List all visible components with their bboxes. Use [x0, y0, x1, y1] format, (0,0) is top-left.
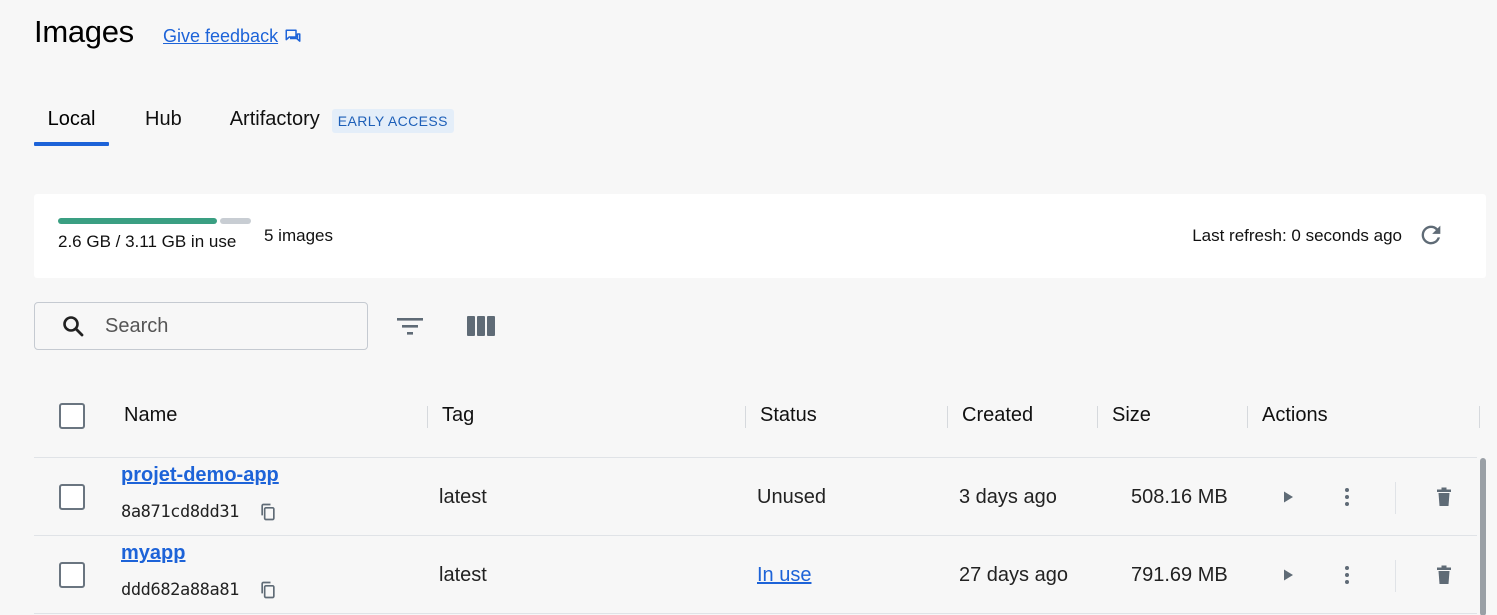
refresh-icon [1417, 221, 1445, 249]
column-header-status[interactable]: Status [760, 404, 817, 427]
disk-usage-text: 2.6 GB / 3.11 GB in use [58, 232, 237, 251]
image-status: Unused [757, 486, 826, 508]
column-divider[interactable] [1247, 406, 1248, 428]
row-checkbox[interactable] [59, 484, 85, 510]
column-header-size[interactable]: Size [1112, 404, 1151, 427]
image-id: ddd682a88a81 [121, 580, 240, 600]
images-count: 5 images [264, 226, 333, 245]
image-size: 791.69 MB [1131, 564, 1228, 586]
image-name-link[interactable]: myapp [121, 542, 185, 565]
table-row[interactable]: projet-demo-app 8a871cd8dd31 latest Unus… [34, 458, 1477, 536]
table-row[interactable]: myapp ddd682a88a81 latest In use 27 days… [34, 536, 1477, 614]
feedback-icon [284, 28, 302, 46]
table-scrollbar[interactable] [1480, 458, 1486, 615]
give-feedback-label[interactable]: Give feedback [163, 26, 278, 47]
tab-local[interactable]: Local [34, 104, 109, 146]
column-header-name[interactable]: Name [124, 404, 177, 427]
copy-icon[interactable] [258, 580, 278, 600]
column-divider[interactable] [1097, 406, 1098, 428]
image-created: 3 days ago [959, 486, 1057, 508]
search-icon [61, 314, 85, 338]
search-input[interactable] [105, 314, 345, 338]
tab-hub[interactable]: Hub [145, 104, 182, 146]
more-vertical-icon [1345, 488, 1349, 506]
play-icon [1284, 491, 1293, 503]
disk-usage-used [58, 218, 217, 224]
column-divider[interactable] [745, 406, 746, 428]
give-feedback-link[interactable]: Give feedback [163, 26, 302, 47]
filter-button[interactable] [394, 312, 426, 340]
run-button[interactable] [1274, 483, 1302, 511]
disk-usage-bar [58, 218, 251, 224]
column-divider[interactable] [427, 406, 428, 428]
trash-icon [1437, 565, 1451, 584]
column-header-tag[interactable]: Tag [442, 404, 474, 427]
more-vertical-icon [1345, 566, 1349, 584]
disk-usage-free [220, 218, 251, 224]
run-button[interactable] [1274, 561, 1302, 589]
tab-bar: Local Hub Artifactory EARLY ACCESS [34, 104, 454, 148]
column-header-actions: Actions [1262, 404, 1328, 426]
image-name-link[interactable]: projet-demo-app [121, 464, 279, 487]
search-box[interactable] [34, 302, 368, 350]
more-actions-button[interactable] [1333, 483, 1361, 511]
image-tag: latest [439, 486, 487, 508]
image-id: 8a871cd8dd31 [121, 502, 240, 522]
select-all-checkbox[interactable] [59, 403, 85, 429]
filter-icon [395, 314, 425, 338]
columns-icon [465, 313, 497, 339]
early-access-badge: EARLY ACCESS [331, 109, 454, 133]
column-divider[interactable] [1479, 406, 1480, 428]
trash-icon [1437, 487, 1451, 506]
tab-artifactory[interactable]: Artifactory EARLY ACCESS [230, 104, 454, 146]
tab-artifactory-label: Artifactory [229, 108, 320, 130]
refresh-button[interactable] [1416, 220, 1446, 250]
column-divider[interactable] [947, 406, 948, 428]
disk-usage-card: 2.6 GB / 3.11 GB in use 5 images Last re… [34, 194, 1486, 278]
action-divider [1395, 482, 1396, 514]
column-header-created[interactable]: Created [962, 404, 1033, 427]
play-icon [1284, 569, 1293, 581]
image-tag: latest [439, 564, 487, 586]
columns-button[interactable] [464, 310, 498, 342]
delete-button[interactable] [1430, 483, 1458, 511]
row-checkbox[interactable] [59, 562, 85, 588]
image-status-link[interactable]: In use [757, 564, 811, 587]
image-created: 27 days ago [959, 564, 1068, 586]
copy-icon[interactable] [258, 502, 278, 522]
action-divider [1395, 560, 1396, 592]
last-refresh-text: Last refresh: 0 seconds ago [1192, 226, 1402, 245]
page-title: Images [34, 14, 134, 49]
more-actions-button[interactable] [1333, 561, 1361, 589]
delete-button[interactable] [1430, 561, 1458, 589]
image-size: 508.16 MB [1131, 486, 1228, 508]
